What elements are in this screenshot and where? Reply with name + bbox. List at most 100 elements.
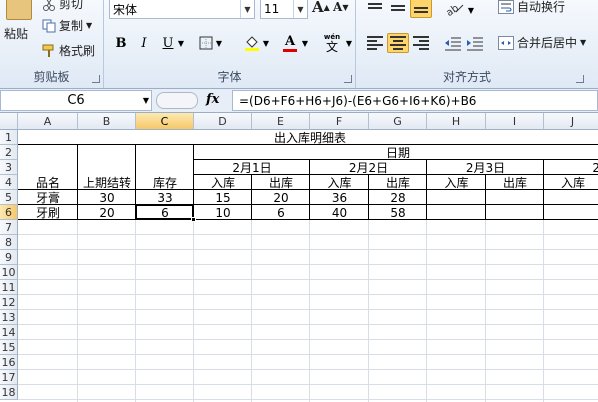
align-right-button[interactable] bbox=[410, 33, 432, 53]
fill-handle[interactable] bbox=[191, 217, 196, 222]
alignment-launcher-icon[interactable] bbox=[576, 75, 584, 83]
borders-button[interactable] bbox=[196, 33, 216, 53]
row-header-2[interactable]: 2 bbox=[0, 145, 18, 160]
font-name-combo[interactable]: 宋体 ▼ bbox=[109, 0, 255, 19]
merge-center-button[interactable]: 合并后居中 ▼ bbox=[498, 34, 586, 51]
cell-e6[interactable]: 6 bbox=[252, 205, 310, 220]
cell-f5[interactable]: 36 bbox=[310, 190, 369, 205]
row-header-1[interactable]: 1 bbox=[0, 130, 18, 145]
row-header-18[interactable]: 18 bbox=[0, 385, 18, 400]
align-bottom-button[interactable] bbox=[410, 0, 432, 18]
column-header-e[interactable]: E bbox=[252, 113, 310, 130]
header-prev-cell[interactable]: 上期结转 bbox=[78, 175, 136, 190]
cell-g5[interactable]: 28 bbox=[369, 190, 427, 205]
name-box[interactable]: C6 ▼ bbox=[0, 90, 152, 111]
worksheet-grid[interactable]: A B C D E F G H I J 1 2 3 4 5 6 7 8 9 10 11 12 13 14 15 16 17 18 出入库… bbox=[0, 113, 598, 402]
date-header-cell[interactable]: 日期 bbox=[194, 145, 598, 160]
column-header-f[interactable]: F bbox=[310, 113, 369, 130]
cell-g6[interactable]: 58 bbox=[369, 205, 427, 220]
chevron-down-icon[interactable]: ▼ bbox=[293, 0, 307, 18]
cell-b5[interactable]: 30 bbox=[78, 190, 136, 205]
row-header-5[interactable]: 5 bbox=[0, 190, 18, 205]
row-header-16[interactable]: 16 bbox=[0, 355, 18, 370]
row-header-7[interactable]: 7 bbox=[0, 220, 18, 235]
copy-button[interactable]: 复制 ▼ bbox=[42, 17, 92, 34]
row-header-12[interactable]: 12 bbox=[0, 295, 18, 310]
align-middle-button[interactable] bbox=[387, 0, 409, 18]
select-all-corner[interactable] bbox=[0, 113, 18, 130]
increase-indent-button[interactable] bbox=[464, 33, 486, 53]
merge-dropdown-icon[interactable]: ▼ bbox=[580, 38, 586, 47]
row-header-4[interactable]: 4 bbox=[0, 175, 18, 190]
row-header-17[interactable]: 17 bbox=[0, 370, 18, 385]
column-header-g[interactable]: G bbox=[369, 113, 427, 130]
copy-dropdown-icon[interactable]: ▼ bbox=[86, 21, 92, 30]
clipboard-launcher-icon[interactable] bbox=[92, 75, 100, 83]
underline-dropdown-icon[interactable]: ▼ bbox=[176, 33, 186, 53]
orientation-button[interactable]: ab bbox=[444, 0, 466, 18]
cell-f6[interactable]: 40 bbox=[310, 205, 369, 220]
cell-d6[interactable]: 10 bbox=[194, 205, 252, 220]
chevron-down-icon[interactable]: ▼ bbox=[143, 96, 149, 105]
cell-e5[interactable]: 20 bbox=[252, 190, 310, 205]
decrease-indent-button[interactable] bbox=[442, 33, 464, 53]
wrap-text-button[interactable]: 自动换行 bbox=[498, 0, 565, 15]
cut-button[interactable]: 剪切 bbox=[42, 0, 83, 12]
column-header-h[interactable]: H bbox=[427, 113, 486, 130]
cell-d5[interactable]: 15 bbox=[194, 190, 252, 205]
underline-button[interactable]: U bbox=[158, 33, 178, 53]
row-header-9[interactable]: 9 bbox=[0, 250, 18, 265]
phonetic-dropdown-icon[interactable]: ▼ bbox=[344, 33, 354, 53]
row-header-6[interactable]: 6 bbox=[0, 205, 18, 220]
cell-c5[interactable]: 33 bbox=[136, 190, 194, 205]
column-header-i[interactable]: I bbox=[486, 113, 544, 130]
format-painter-button[interactable]: 格式刷 bbox=[42, 42, 95, 59]
chevron-down-icon[interactable]: ▼ bbox=[240, 0, 254, 18]
align-center-button[interactable] bbox=[387, 33, 409, 53]
align-left-button[interactable] bbox=[364, 33, 386, 53]
formula-input[interactable]: =(D6+F6+H6+J6)-(E6+G6+I6+K6)+B6 bbox=[232, 90, 598, 111]
italic-button[interactable]: I bbox=[134, 33, 154, 53]
row-header-10[interactable]: 10 bbox=[0, 265, 18, 280]
column-header-j[interactable]: J bbox=[544, 113, 598, 130]
row-header-8[interactable]: 8 bbox=[0, 235, 18, 250]
header-out-cell[interactable]: 出库 bbox=[486, 175, 544, 190]
font-color-dropdown-icon[interactable]: ▼ bbox=[300, 33, 310, 53]
row-header-11[interactable]: 11 bbox=[0, 280, 18, 295]
header-out-cell[interactable]: 出库 bbox=[252, 175, 310, 190]
column-header-b[interactable]: B bbox=[78, 113, 136, 130]
sheet-title-cell[interactable]: 出入库明细表 bbox=[18, 130, 598, 145]
header-stock-cell[interactable]: 库存 bbox=[136, 175, 194, 190]
bold-button[interactable]: B bbox=[111, 33, 131, 53]
header-name-cell[interactable]: 品名 bbox=[18, 175, 78, 190]
header-in-cell[interactable]: 入库 bbox=[427, 175, 486, 190]
date1-cell[interactable]: 2月1日 bbox=[194, 160, 310, 175]
column-header-d[interactable]: D bbox=[194, 113, 252, 130]
cell-a6[interactable]: 牙刷 bbox=[18, 205, 78, 220]
paste-icon[interactable] bbox=[6, 0, 32, 20]
cell-a5[interactable]: 牙膏 bbox=[18, 190, 78, 205]
date4-cell[interactable]: 2 bbox=[544, 160, 598, 175]
date2-cell[interactable]: 2月2日 bbox=[310, 160, 427, 175]
row-header-3[interactable]: 3 bbox=[0, 160, 18, 175]
header-out-cell[interactable]: 出库 bbox=[369, 175, 427, 190]
fill-color-dropdown-icon[interactable]: ▼ bbox=[261, 33, 271, 53]
header-in-cell[interactable]: 入库 bbox=[194, 175, 252, 190]
font-size-combo[interactable]: 11 ▼ bbox=[260, 0, 308, 19]
align-top-button[interactable] bbox=[364, 0, 386, 18]
cell-b6[interactable]: 20 bbox=[78, 205, 136, 220]
font-launcher-icon[interactable] bbox=[344, 75, 352, 83]
grow-font-button[interactable]: A ▲ bbox=[312, 0, 330, 16]
row-header-13[interactable]: 13 bbox=[0, 310, 18, 325]
paste-button[interactable]: 粘贴 bbox=[4, 25, 28, 42]
column-header-a[interactable]: A bbox=[18, 113, 78, 130]
header-in-cell[interactable]: 入库 bbox=[310, 175, 369, 190]
column-header-c[interactable]: C bbox=[136, 113, 194, 130]
date3-cell[interactable]: 2月3日 bbox=[427, 160, 544, 175]
phonetic-button[interactable]: wén 文 bbox=[320, 33, 344, 53]
insert-function-button[interactable]: fx bbox=[206, 92, 230, 107]
row-header-15[interactable]: 15 bbox=[0, 340, 18, 355]
row-header-14[interactable]: 14 bbox=[0, 325, 18, 340]
shrink-font-button[interactable]: A ▼ bbox=[333, 0, 348, 14]
active-cell-selection[interactable] bbox=[135, 204, 194, 220]
